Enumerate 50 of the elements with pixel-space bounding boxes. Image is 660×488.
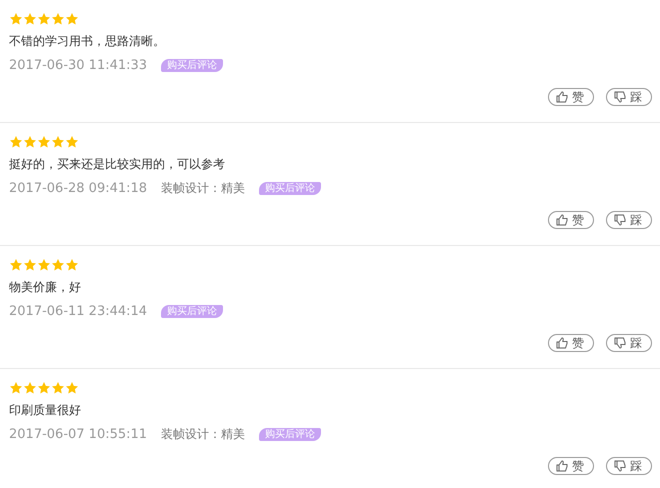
- star-icon: [37, 381, 51, 395]
- thumbs-down-icon: [614, 91, 626, 103]
- star-icon: [51, 135, 65, 149]
- review-detail: 装帧设计：精美: [161, 426, 246, 442]
- star-icon: [9, 381, 23, 395]
- star-icon: [23, 135, 37, 149]
- star-icon: [23, 12, 37, 26]
- star-icon: [37, 135, 51, 149]
- dislike-button[interactable]: 踩: [606, 211, 652, 229]
- purchase-badge: 购买后评论: [259, 182, 322, 194]
- star-icon: [23, 258, 37, 272]
- star-icon: [23, 381, 37, 395]
- thumbs-up-icon: [556, 91, 568, 103]
- star-icon: [65, 381, 79, 395]
- star-icon: [51, 12, 65, 26]
- review-time: 2017-06-30 11:41:33: [9, 58, 148, 72]
- like-button[interactable]: 赞: [548, 457, 594, 475]
- purchase-badge: 购买后评论: [161, 304, 224, 318]
- star-icon: [9, 12, 23, 26]
- thumbs-down-icon: [614, 460, 626, 472]
- purchase-badge: 购买后评论: [259, 428, 322, 440]
- review-text: 挺好的，买来还是比较实用的，可以参考: [9, 156, 225, 172]
- thumbs-up-icon: [556, 460, 568, 472]
- review-time: 2017-06-28 09:41:18: [9, 180, 148, 196]
- review-detail: 装帧设计：精美: [161, 180, 246, 196]
- review-time: 2017-06-07 10:55:11: [9, 426, 148, 442]
- like-button[interactable]: 赞: [548, 334, 594, 352]
- thumbs-down-icon: [614, 337, 626, 349]
- star-icon: [9, 258, 23, 272]
- star-icon: [37, 12, 51, 26]
- dislike-button[interactable]: 踩: [606, 334, 652, 352]
- dislike-button[interactable]: 踩: [606, 88, 652, 106]
- review-text: 印刷质量很好: [9, 402, 81, 418]
- thumbs-up-icon: [556, 214, 568, 226]
- star-icon: [9, 135, 23, 149]
- star-icon: [51, 381, 65, 395]
- review-text: 不错的学习用书，思路清晰。: [9, 33, 165, 49]
- review-text: 物美价廉，好: [9, 279, 81, 295]
- thumbs-down-icon: [614, 214, 626, 226]
- dislike-button[interactable]: 踩: [606, 457, 652, 475]
- star-icon: [65, 258, 79, 272]
- like-button[interactable]: 赞: [548, 211, 594, 229]
- review-time: 2017-06-11 23:44:14: [9, 304, 148, 318]
- thumbs-up-icon: [556, 337, 568, 349]
- star-icon: [65, 135, 79, 149]
- star-icon: [51, 258, 65, 272]
- star-icon: [37, 258, 51, 272]
- like-button[interactable]: 赞: [548, 88, 594, 106]
- purchase-badge: 购买后评论: [161, 58, 224, 72]
- star-icon: [65, 12, 79, 26]
